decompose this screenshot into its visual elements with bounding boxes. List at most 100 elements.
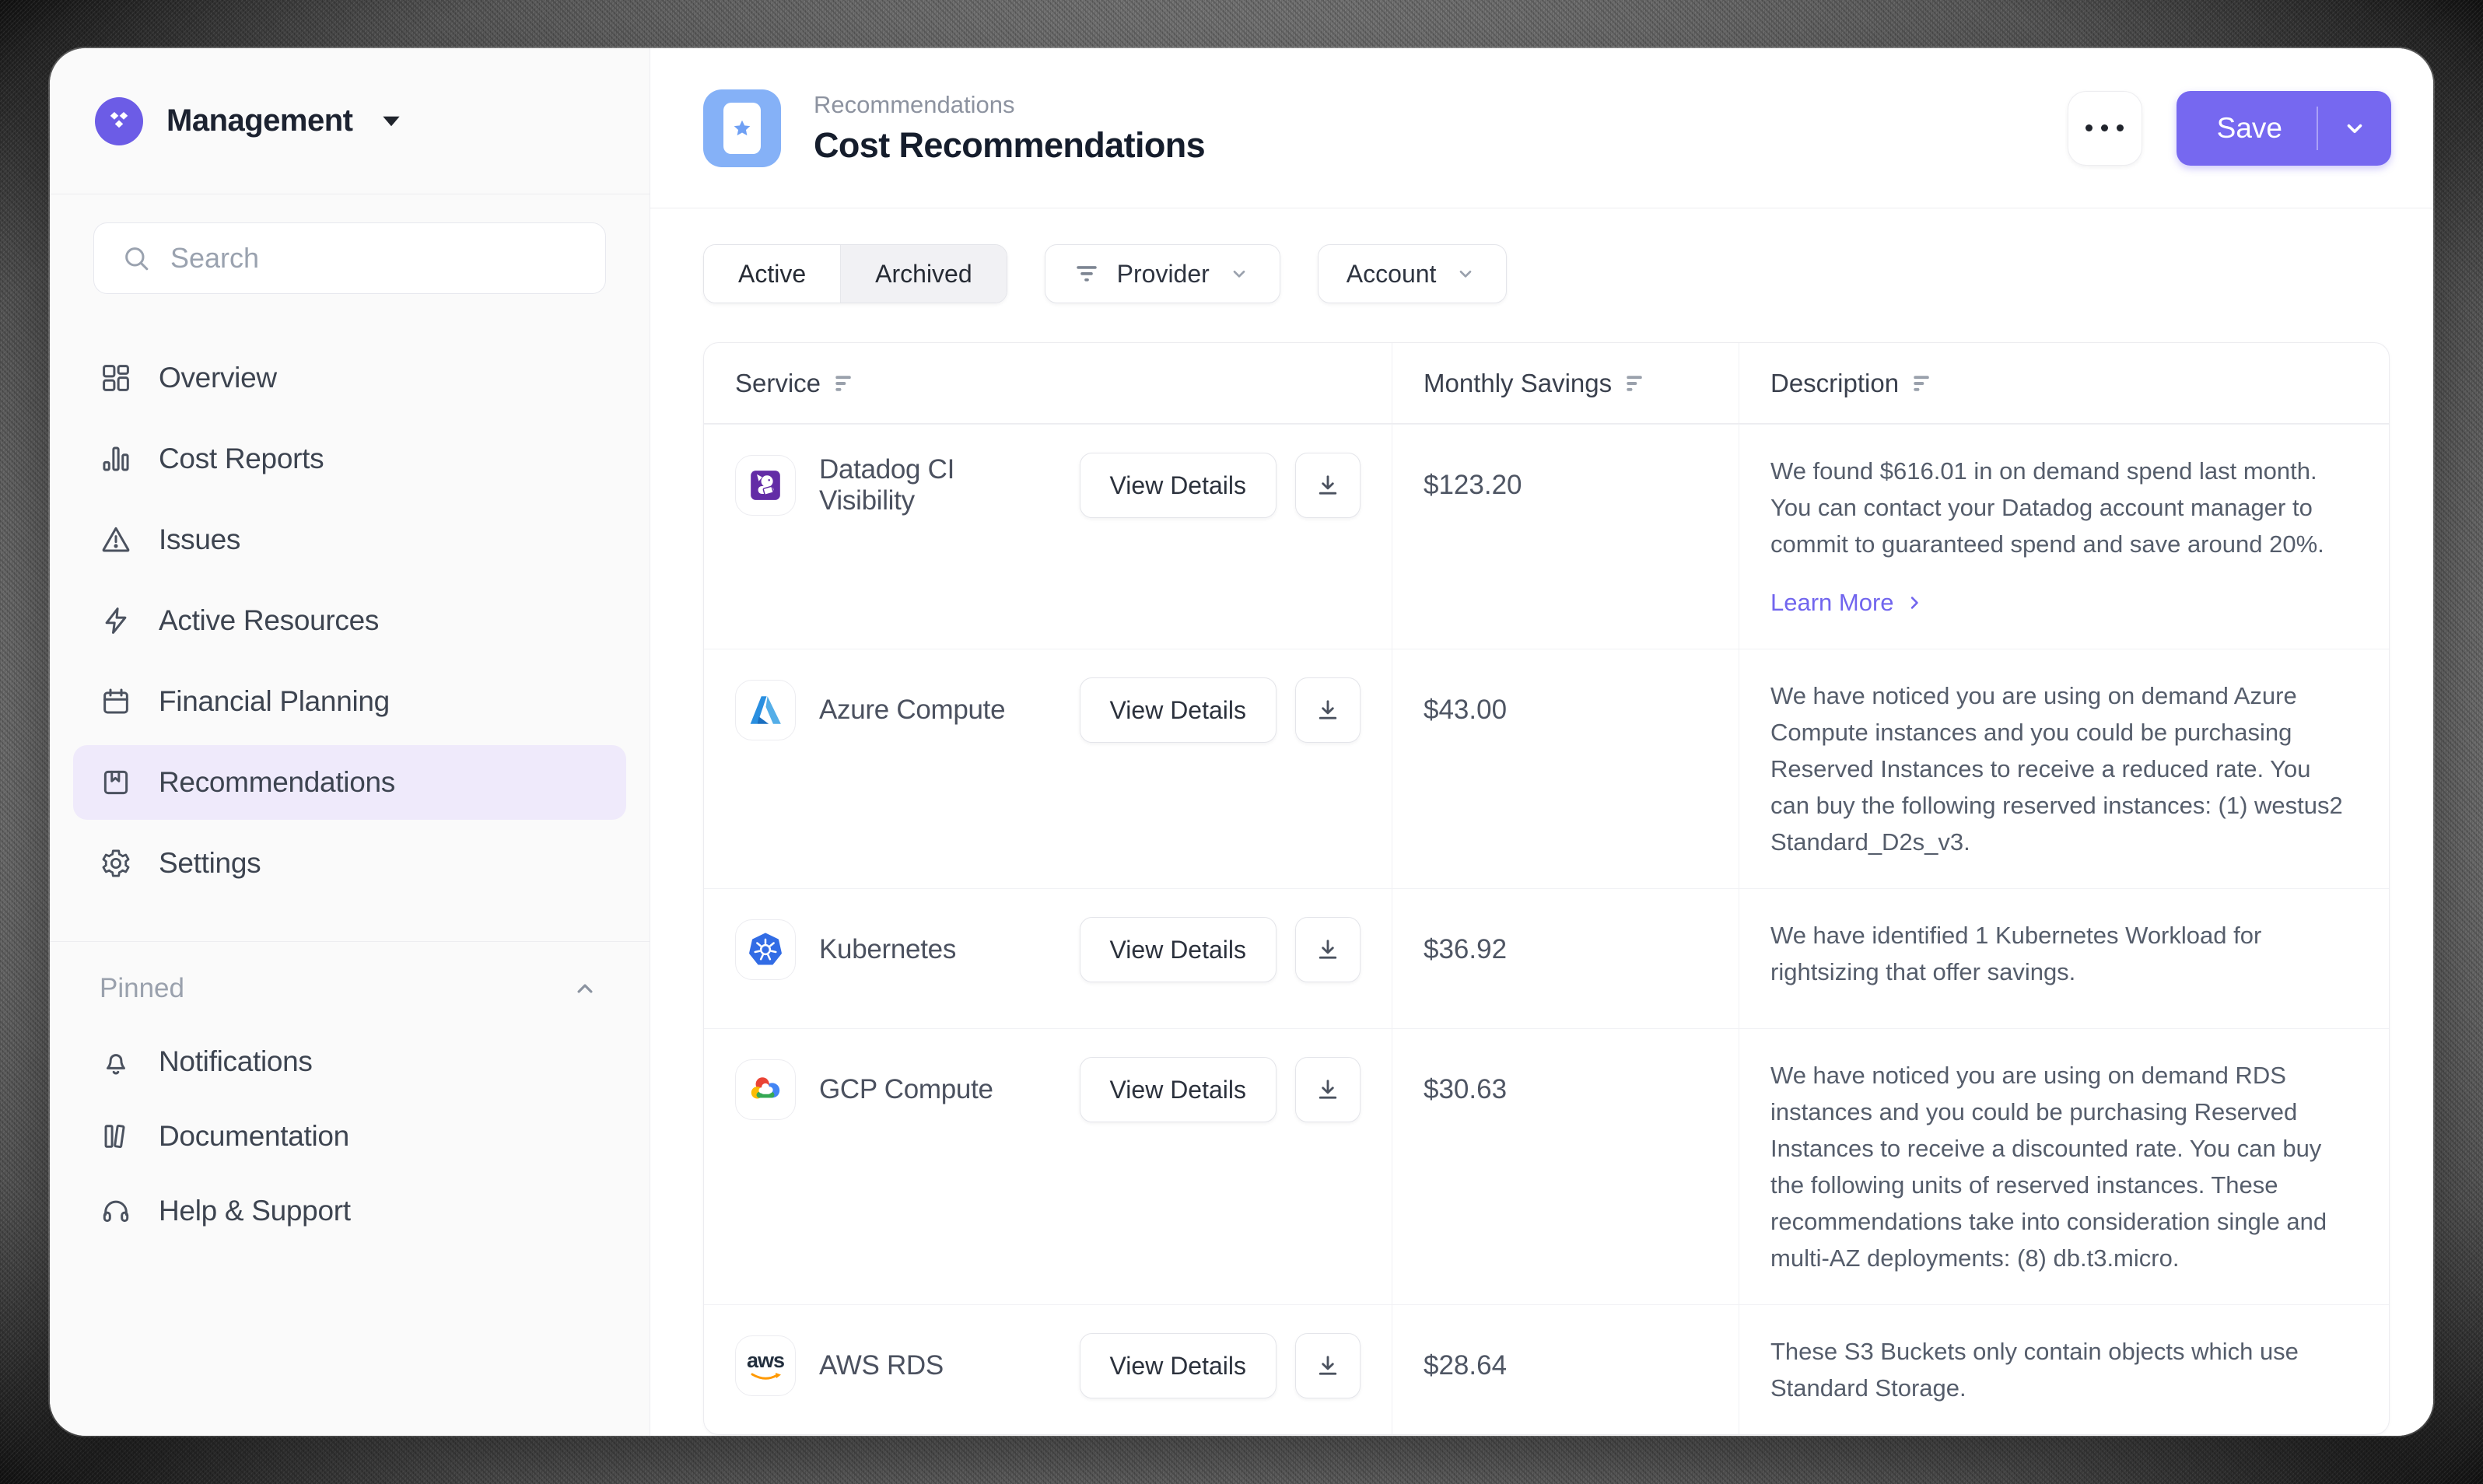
breadcrumb: Recommendations	[814, 91, 1205, 119]
sidebar-item-label: Settings	[159, 847, 261, 880]
chevron-down-icon	[1227, 261, 1252, 286]
lightning-icon	[100, 604, 132, 637]
column-label: Description	[1770, 369, 1899, 398]
more-button[interactable]	[2068, 91, 2142, 166]
tab-archived[interactable]: Archived	[840, 245, 1007, 303]
row-actions: View Details	[1080, 917, 1361, 982]
sidebar-item-active-resources[interactable]: Active Resources	[73, 583, 626, 658]
page-star-icon	[703, 89, 781, 167]
download-button[interactable]	[1295, 453, 1361, 518]
savings-value: $36.92	[1424, 917, 1707, 982]
view-details-button[interactable]: View Details	[1080, 1333, 1277, 1398]
savings-value: $28.64	[1424, 1333, 1707, 1398]
kubernetes-icon	[735, 919, 796, 980]
headset-icon	[100, 1195, 132, 1227]
tab-archived-label: Archived	[875, 260, 972, 289]
sidebar-item-recommendations[interactable]: Recommendations	[73, 745, 626, 820]
download-button[interactable]	[1295, 1333, 1361, 1398]
row-actions: View Details	[1080, 453, 1361, 518]
download-icon	[1314, 936, 1342, 964]
service-name: GCP Compute	[819, 1074, 993, 1105]
sort-icon[interactable]	[835, 373, 855, 394]
sidebar-item-documentation[interactable]: Documentation	[73, 1099, 626, 1174]
sidebar-item-label: Overview	[159, 362, 277, 394]
learn-more-link[interactable]: Learn More	[1770, 584, 1925, 621]
table-row: Azure Compute View Details $43.00 We hav…	[704, 649, 2389, 888]
aws-icon: aws	[735, 1335, 796, 1396]
tab-active[interactable]: Active	[704, 245, 840, 303]
account-filter[interactable]: Account	[1318, 244, 1508, 303]
filter-toolbar: Active Archived Provider Account	[650, 208, 2433, 303]
savings-value: $43.00	[1424, 677, 1707, 743]
chevron-up-icon[interactable]	[570, 974, 600, 1003]
save-button[interactable]: Save	[2177, 112, 2317, 145]
search-box[interactable]	[93, 222, 606, 294]
sidebar-item-label: Help & Support	[159, 1195, 351, 1227]
provider-filter[interactable]: Provider	[1045, 244, 1280, 303]
column-header-description[interactable]: Description	[1739, 343, 2389, 423]
gcp-icon	[735, 1059, 796, 1120]
sidebar-item-issues[interactable]: Issues	[73, 502, 626, 577]
view-details-button[interactable]: View Details	[1080, 453, 1277, 518]
sidebar-item-financial-planning[interactable]: Financial Planning	[73, 664, 626, 739]
download-icon	[1314, 1352, 1342, 1380]
azure-icon	[735, 680, 796, 740]
pinned-header[interactable]: Pinned	[73, 973, 626, 1004]
sidebar-item-label: Active Resources	[159, 604, 379, 637]
savings-cell: $36.92	[1392, 889, 1739, 1028]
sort-icon[interactable]	[1913, 373, 1933, 394]
sidebar-item-cost-reports[interactable]: Cost Reports	[73, 422, 626, 496]
savings-cell: $123.20	[1392, 425, 1739, 649]
view-details-button[interactable]: View Details	[1080, 1057, 1277, 1122]
service-cell: Azure Compute View Details	[704, 649, 1392, 771]
table-header: Service Monthly Savings Description	[704, 343, 2389, 424]
page-header: Recommendations Cost Recommendations Sav…	[650, 48, 2433, 208]
learn-more-label: Learn More	[1770, 584, 1894, 621]
warning-icon	[100, 523, 132, 556]
download-button[interactable]	[1295, 677, 1361, 743]
sidebar-item-help-support[interactable]: Help & Support	[73, 1174, 626, 1248]
view-details-button[interactable]: View Details	[1080, 677, 1277, 743]
main-content: Recommendations Cost Recommendations Sav…	[650, 48, 2433, 1436]
bookmark-icon	[100, 766, 132, 799]
description-cell: We found $616.01 in on demand spend last…	[1739, 425, 2389, 649]
sidebar-item-overview[interactable]: Overview	[73, 341, 626, 415]
column-label: Service	[735, 369, 821, 398]
bell-icon	[100, 1045, 132, 1078]
column-header-savings[interactable]: Monthly Savings	[1392, 343, 1739, 423]
download-button[interactable]	[1295, 917, 1361, 982]
account-filter-label: Account	[1347, 260, 1437, 289]
description-cell: These S3 Buckets only contain objects wh…	[1739, 1305, 2389, 1434]
description-cell: We have noticed you are using on demand …	[1739, 1029, 2389, 1304]
sidebar-nav: Overview Cost Reports Issues Active Reso…	[50, 306, 650, 901]
save-split-button[interactable]: Save	[2177, 91, 2391, 166]
column-header-service[interactable]: Service	[704, 343, 1392, 423]
search-input[interactable]	[170, 242, 579, 275]
service-cell: GCP Compute View Details	[704, 1029, 1392, 1150]
description-text: We have noticed you are using on demand …	[1770, 682, 2343, 856]
sort-icon[interactable]	[1626, 373, 1646, 394]
description-text: We have noticed you are using on demand …	[1770, 1062, 2327, 1272]
view-details-button[interactable]: View Details	[1080, 917, 1277, 982]
column-label: Monthly Savings	[1424, 369, 1612, 398]
sidebar-item-label: Financial Planning	[159, 685, 390, 718]
download-icon	[1314, 1076, 1342, 1104]
service-name: Kubernetes	[819, 934, 956, 965]
table-row: aws AWS RDS View Details $28.64 These S3	[704, 1304, 2389, 1434]
sidebar-item-label: Issues	[159, 523, 240, 556]
row-actions: View Details	[1080, 677, 1361, 743]
sidebar-item-label: Documentation	[159, 1120, 349, 1153]
download-button[interactable]	[1295, 1057, 1361, 1122]
sidebar-item-label: Recommendations	[159, 766, 395, 799]
gear-icon	[100, 847, 132, 880]
savings-value: $123.20	[1424, 453, 1707, 518]
app-window: Management Overview Cost Reports	[50, 48, 2433, 1436]
brand-logo-icon	[95, 97, 143, 145]
filter-icon	[1073, 261, 1100, 287]
workspace-switcher[interactable]: Management	[50, 48, 650, 194]
sidebar-item-notifications[interactable]: Notifications	[73, 1024, 626, 1099]
save-dropdown-button[interactable]	[2318, 91, 2391, 166]
description-text: We have identified 1 Kubernetes Workload…	[1770, 922, 2261, 985]
service-cell: Kubernetes View Details	[704, 889, 1392, 1010]
sidebar-item-settings[interactable]: Settings	[73, 826, 626, 901]
